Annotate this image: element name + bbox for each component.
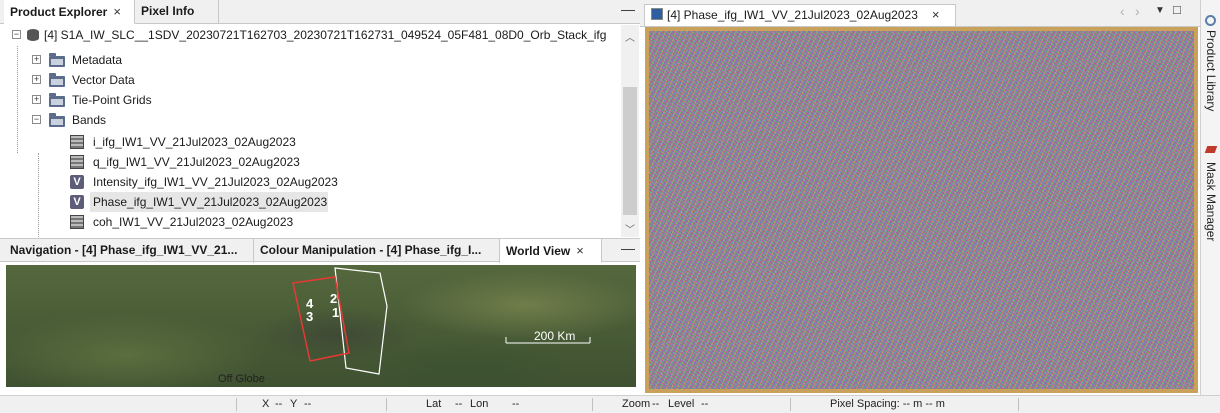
phase-image-canvas[interactable] <box>649 31 1194 389</box>
status-divider <box>386 398 387 411</box>
tab-navigation[interactable]: Navigation - [4] Phase_ifg_IW1_VV_21... <box>4 239 254 263</box>
folder-label: Metadata <box>72 53 123 67</box>
status-divider <box>790 398 791 411</box>
world-view-tabbar: Navigation - [4] Phase_ifg_IW1_VV_21... … <box>0 238 640 263</box>
tree-scrollbar[interactable]: ︿ ﹀ <box>621 25 639 237</box>
folder-open-icon <box>49 113 65 127</box>
status-zoom-label: Zoom <box>622 398 651 410</box>
folder-label: Bands <box>72 113 107 127</box>
folder-icon <box>49 93 65 107</box>
status-y-label: Y <box>290 398 298 410</box>
band-label: Intensity_ifg_IW1_VV_21Jul2023_02Aug2023 <box>93 175 338 189</box>
close-icon[interactable]: × <box>576 243 584 258</box>
status-divider <box>1018 398 1019 411</box>
tab-image-phase-label: [4] Phase_ifg_IW1_VV_21Jul2023_02Aug2023 <box>667 8 918 22</box>
collapse-icon[interactable]: − <box>12 30 21 39</box>
folder-icon <box>49 73 65 87</box>
tab-product-explorer[interactable]: Product Explorer × <box>4 0 135 24</box>
scale-label: 200 Km <box>534 329 576 343</box>
virtual-band-icon: V <box>70 195 84 209</box>
band-label: q_ifg_IW1_VV_21Jul2023_02Aug2023 <box>93 155 300 169</box>
tab-world-view-label: World View <box>506 244 571 258</box>
status-divider <box>236 398 237 411</box>
image-icon <box>651 8 663 20</box>
tab-colour-manipulation-label: Colour Manipulation - [4] Phase_ifg_I... <box>260 243 482 257</box>
band-label: Phase_ifg_IW1_VV_21Jul2023_02Aug2023 <box>93 195 328 209</box>
footprint-overlay <box>292 267 591 375</box>
scrollbar-thumb[interactable] <box>623 87 637 215</box>
folder-icon <box>49 53 65 67</box>
status-bar: X -- Y -- Lat -- Lon -- Zoom -- Level --… <box>0 395 1220 413</box>
product-library-icon <box>1205 15 1216 26</box>
tree-band-phase[interactable]: V Phase_ifg_IW1_VV_21Jul2023_02Aug2023 <box>70 192 328 212</box>
product-explorer-tabbar: Product Explorer × Pixel Info — <box>0 0 640 24</box>
tab-world-view[interactable]: World View × <box>500 239 602 263</box>
collapse-icon[interactable]: − <box>32 115 41 124</box>
footprint-label: 1 <box>332 305 340 320</box>
status-lon-label: Lon <box>470 398 489 410</box>
world-view-status: Off Globe <box>218 373 265 385</box>
status-lat-value: -- <box>455 398 463 410</box>
product-tree: − [4] S1A_IW_SLC__1SDV_20230721T162703_2… <box>0 25 620 237</box>
scroll-down-icon[interactable]: ﹀ <box>625 221 635 236</box>
tab-navigation-label: Navigation - [4] Phase_ifg_IW1_VV_21... <box>10 243 238 257</box>
expand-icon[interactable]: + <box>32 55 41 64</box>
band-label: i_ifg_IW1_VV_21Jul2023_02Aug2023 <box>93 135 296 149</box>
world-view-map[interactable]: 4 2 3 1 200 Km <box>6 265 636 387</box>
footprint-label: 3 <box>306 309 314 324</box>
tab-list-dropdown-icon[interactable]: ▼ <box>1155 5 1165 16</box>
tree-guide <box>38 153 39 237</box>
scroll-tabs-left-icon[interactable]: ‹ <box>1120 3 1125 19</box>
close-icon[interactable]: × <box>113 4 121 19</box>
tab-pixel-info[interactable]: Pixel Info <box>135 0 219 24</box>
image-window-tabbar: [4] Phase_ifg_IW1_VV_21Jul2023_02Aug2023… <box>640 0 1200 27</box>
sidebar-item-mask-manager[interactable]: Mask Manager <box>1204 162 1218 241</box>
status-y-value: -- <box>304 398 312 410</box>
expand-icon[interactable]: + <box>32 75 41 84</box>
status-zoom-value: -- <box>652 398 660 410</box>
folder-label: Vector Data <box>72 73 135 87</box>
product-icon <box>27 29 39 41</box>
footprint-label: 2 <box>330 291 338 306</box>
right-sidebar: Product Library Mask Manager <box>1200 0 1220 395</box>
status-pixel-spacing: Pixel Spacing: -- m -- m <box>830 398 945 410</box>
status-x-label: X <box>262 398 270 410</box>
image-view-frame <box>645 27 1198 393</box>
folder-label: Tie-Point Grids <box>72 93 152 107</box>
sidebar-item-product-library[interactable]: Product Library <box>1204 30 1218 111</box>
minimize-button[interactable]: — <box>621 241 635 255</box>
status-lat-label: Lat <box>426 398 442 410</box>
product-name: [4] S1A_IW_SLC__1SDV_20230721T162703_202… <box>44 28 607 42</box>
tab-colour-manipulation[interactable]: Colour Manipulation - [4] Phase_ifg_I... <box>254 239 500 263</box>
maximize-icon[interactable]: □ <box>1173 2 1181 17</box>
minimize-button[interactable]: — <box>621 2 635 16</box>
status-x-value: -- <box>275 398 283 410</box>
band-label: coh_IW1_VV_21Jul2023_02Aug2023 <box>93 215 294 229</box>
expand-icon[interactable]: + <box>32 95 41 104</box>
band-icon <box>70 135 84 149</box>
band-icon <box>70 155 84 169</box>
scroll-tabs-right-icon[interactable]: › <box>1135 3 1140 19</box>
status-lon-value: -- <box>512 398 520 410</box>
band-icon <box>70 215 84 229</box>
mask-manager-icon <box>1204 146 1218 153</box>
close-icon[interactable]: × <box>932 7 940 22</box>
tab-pixel-info-label: Pixel Info <box>141 4 195 18</box>
tab-product-explorer-label: Product Explorer <box>10 5 108 19</box>
status-divider <box>592 398 593 411</box>
virtual-band-icon: V <box>70 175 84 189</box>
status-level-label: Level <box>668 398 695 410</box>
tree-product-root[interactable]: − [4] S1A_IW_SLC__1SDV_20230721T162703_2… <box>0 25 620 45</box>
status-level-value: -- <box>701 398 709 410</box>
tree-guide <box>17 46 18 153</box>
tab-image-phase[interactable]: [4] Phase_ifg_IW1_VV_21Jul2023_02Aug2023… <box>644 4 956 26</box>
scroll-up-icon[interactable]: ︿ <box>625 29 635 44</box>
